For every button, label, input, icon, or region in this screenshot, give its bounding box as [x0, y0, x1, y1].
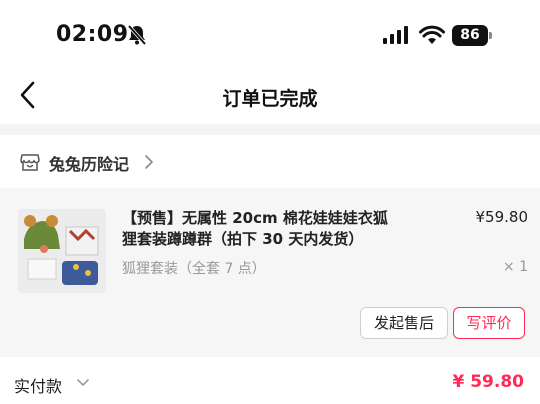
shop-row[interactable]: 兔兔历险记 [0, 135, 540, 188]
write-review-button[interactable]: 写评价 [453, 307, 525, 339]
battery-icon: 86 [452, 25, 488, 46]
product-item[interactable]: 【预售】无属性 20cm 棉花娃娃娃衣狐狸套装蹲蹲群（拍下 30 天内发货） ¥… [0, 188, 540, 357]
payment-row[interactable]: 实付款 ¥ 59.80 [0, 357, 540, 404]
order-card: 兔兔历险记 【预售】无属性 20cm 棉花娃娃娃衣狐狸套装蹲蹲群（拍下 30 天… [0, 135, 540, 357]
product-quantity: × 1 [502, 259, 528, 275]
status-time: 02:09 [56, 22, 129, 47]
product-title[interactable]: 【预售】无属性 20cm 棉花娃娃娃衣狐狸套装蹲蹲群（拍下 30 天内发货） [122, 208, 400, 250]
battery-tip [489, 32, 492, 39]
product-thumbnail[interactable] [18, 209, 106, 293]
product-variant: 狐狸套装（全套 7 点） [122, 261, 266, 277]
after-sale-button[interactable]: 发起售后 [360, 307, 448, 339]
bell-slash-icon [127, 24, 147, 46]
payment-amount: ¥ 59.80 [452, 372, 524, 392]
chevron-down-icon[interactable] [76, 378, 90, 387]
signal-icon [383, 26, 408, 44]
page-title: 订单已完成 [222, 88, 318, 110]
payment-label: 实付款 [14, 377, 63, 396]
chevron-right-icon [145, 155, 154, 169]
status-bar: 02:09 86 [0, 0, 540, 72]
wifi-icon [419, 25, 445, 44]
product-image [18, 209, 106, 293]
nav-bar: 订单已完成 [0, 72, 540, 124]
store-icon [20, 154, 40, 171]
product-price: ¥59.80 [475, 208, 529, 226]
shop-name: 兔兔历险记 [49, 155, 130, 174]
